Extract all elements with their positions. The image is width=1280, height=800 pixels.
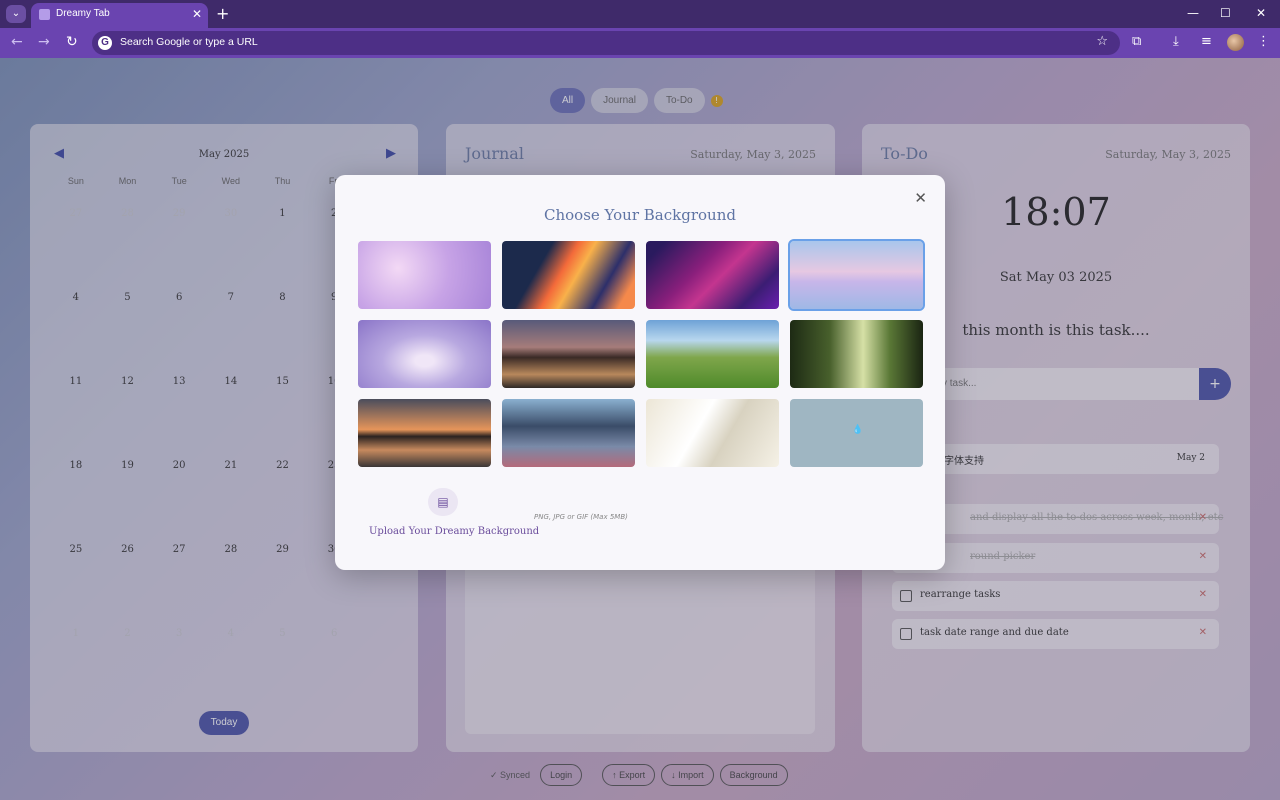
omnibox-placeholder: Search Google or type a URL	[120, 36, 258, 48]
background-picker-modal: ✕ Choose Your Background 💧 ▤ Upload Your…	[335, 175, 945, 570]
minimize-icon[interactable]: —	[1187, 6, 1199, 20]
background-grid: 💧	[358, 239, 925, 467]
pastel-clouds-thumb[interactable]	[788, 239, 925, 311]
browser-toolbar: ← → ↻ G Search Google or type a URL ☆ ⧉ …	[0, 28, 1280, 58]
window-close-icon[interactable]: ✕	[1256, 6, 1266, 20]
menu-icon[interactable]: ⋮	[1257, 34, 1270, 49]
purple-watercolor-thumb[interactable]	[358, 241, 491, 309]
tab-close-icon[interactable]: ✕	[192, 7, 202, 21]
close-icon[interactable]: ✕	[914, 189, 927, 207]
active-tab[interactable]: Dreamy Tab ✕	[31, 3, 208, 28]
forest-light-thumb[interactable]	[790, 320, 923, 388]
color-drop-icon: 💧	[852, 425, 864, 435]
upload-file-icon[interactable]: ▤	[428, 488, 458, 516]
back-icon[interactable]: ←	[11, 34, 23, 50]
bookmark-star-icon[interactable]: ☆	[1096, 34, 1108, 49]
media-control-icon[interactable]: ≡	[1201, 34, 1212, 49]
tab-title: Dreamy Tab	[56, 8, 110, 19]
tab-favicon-icon	[39, 9, 50, 20]
tab-search-button[interactable]: ⌄	[6, 5, 26, 23]
lake-tree-thumb[interactable]	[502, 320, 635, 388]
orange-waves-thumb[interactable]	[502, 241, 635, 309]
purple-particles-thumb[interactable]	[646, 241, 779, 309]
extensions-icon[interactable]: ⧉	[1132, 34, 1141, 49]
upload-hint: PNG, JPG or GIF (Max 5MB)	[534, 513, 628, 521]
upload-background-link[interactable]: Upload Your Dreamy Background	[369, 526, 539, 537]
solid-color-thumb[interactable]: 💧	[790, 399, 923, 467]
green-hills-thumb[interactable]	[646, 320, 779, 388]
omnibox[interactable]: G Search Google or type a URL ☆	[92, 31, 1120, 55]
downloads-icon[interactable]: ⤓	[1173, 34, 1179, 49]
google-icon: G	[98, 36, 112, 50]
city-reflection-thumb[interactable]	[358, 399, 491, 467]
new-tab-button[interactable]: +	[216, 4, 229, 23]
white-room-thumb[interactable]	[646, 399, 779, 467]
lavender-smoke-thumb[interactable]	[358, 320, 491, 388]
profile-avatar[interactable]	[1227, 34, 1244, 51]
reload-icon[interactable]: ↻	[66, 34, 78, 50]
tab-strip: ⌄ Dreamy Tab ✕ + — ☐ ✕	[0, 0, 1280, 28]
maximize-icon[interactable]: ☐	[1220, 6, 1231, 20]
forward-icon[interactable]: →	[38, 34, 50, 50]
city-street-thumb[interactable]	[502, 399, 635, 467]
modal-title: Choose Your Background	[544, 206, 736, 224]
